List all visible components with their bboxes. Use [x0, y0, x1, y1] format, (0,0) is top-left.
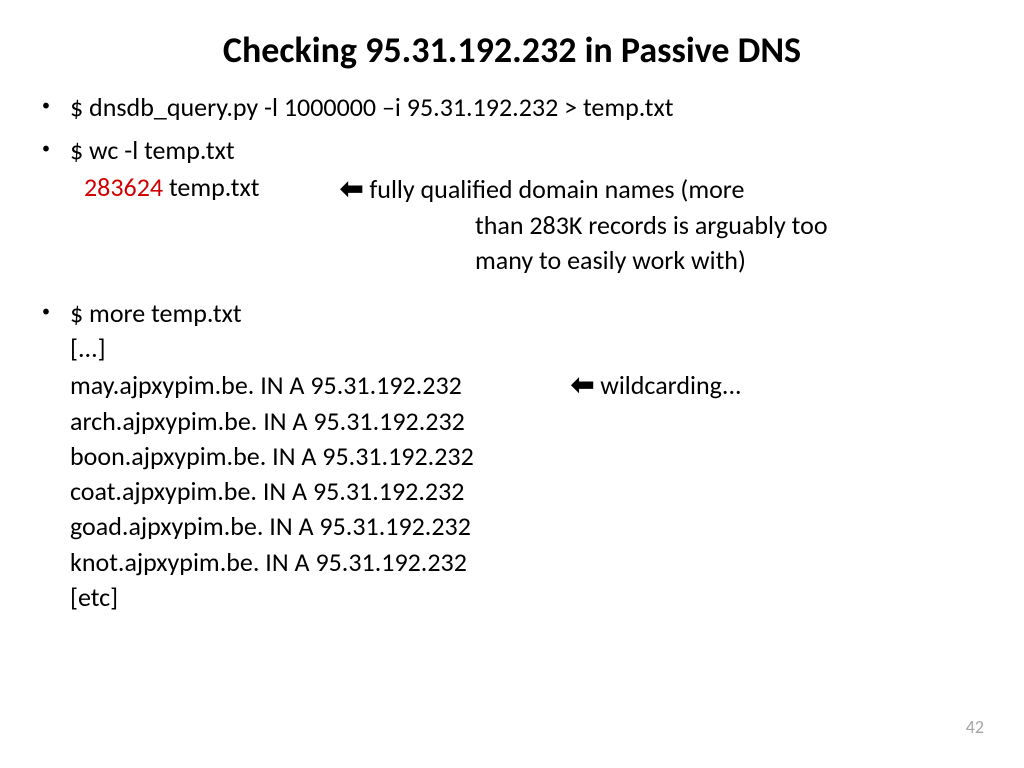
wc-file: temp.txt	[163, 171, 259, 203]
slide-title: Checking 95.31.192.232 in Passive DNS	[0, 0, 1024, 90]
dns-line-3: boon.ajpxypim.be. IN A 95.31.192.232	[70, 439, 984, 474]
bullet-marker-icon: •	[42, 138, 50, 160]
dns-line-6: knot.ajpxypim.be. IN A 95.31.192.232	[70, 545, 984, 580]
wc-count: 283624	[84, 171, 163, 203]
etc: [etc]	[70, 580, 984, 615]
fqdn-line2: than 283K records is arguably too	[340, 208, 984, 243]
arrow-left-icon: ⬅	[340, 173, 363, 204]
dns-line-5: goad.ajpxypim.be. IN A 95.31.192.232	[70, 509, 984, 544]
slide-content: • $ dnsdb_query.py -l 1000000 –i 95.31.1…	[0, 90, 1024, 615]
arrow-left-icon: ⬅	[571, 369, 594, 400]
bullet-marker-icon: •	[42, 95, 50, 117]
wc-output-row: 283624 temp.txt ⬅ fully qualified domain…	[70, 170, 984, 208]
dns-line-1: may.ajpxypim.be. IN A 95.31.192.232	[70, 368, 565, 403]
fqdn-line3: many to easily work with)	[340, 243, 984, 278]
ellipsis: [...]	[70, 331, 984, 366]
bullet-2: • $ wc -l temp.txt 283624 temp.txt ⬅ ful…	[70, 133, 984, 278]
bullet-1: • $ dnsdb_query.py -l 1000000 –i 95.31.1…	[70, 90, 984, 125]
dns-line-2: arch.ajpxypim.be. IN A 95.31.192.232	[70, 404, 984, 439]
bullet-marker-icon: •	[42, 301, 50, 323]
bullet-3: • $ more temp.txt [...] may.ajpxypim.be.…	[70, 296, 984, 615]
bullet-3-text: $ more temp.txt	[70, 297, 242, 329]
dns-line-4: coat.ajpxypim.be. IN A 95.31.192.232	[70, 474, 984, 509]
bullet-1-text: $ dnsdb_query.py -l 1000000 –i 95.31.192…	[70, 91, 674, 123]
bullet-2-text: $ wc -l temp.txt	[70, 134, 235, 166]
page-number: 42	[966, 716, 984, 738]
dns-row-1: may.ajpxypim.be. IN A 95.31.192.232 ⬅ wi…	[70, 366, 984, 404]
wildcarding-note: wildcarding...	[594, 369, 741, 401]
fqdn-line1: fully qualified domain names (more	[363, 173, 744, 205]
